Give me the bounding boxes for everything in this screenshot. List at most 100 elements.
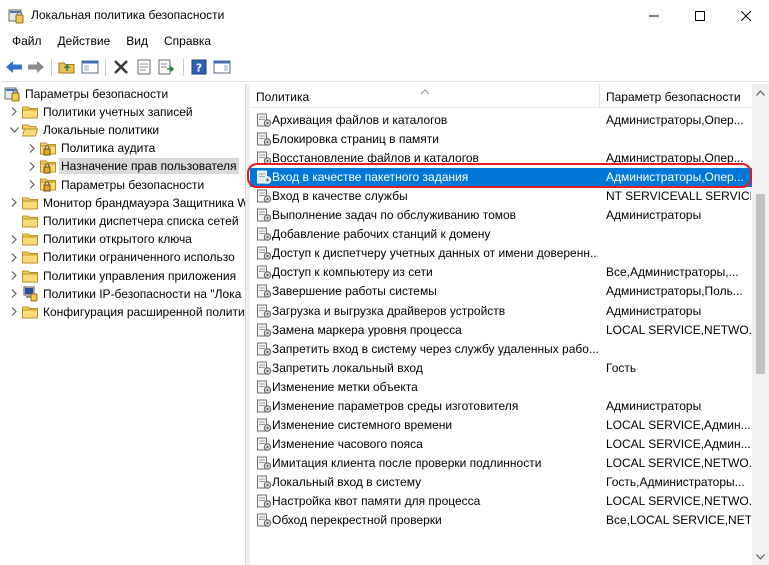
tree-item[interactable]: Монитор брандмауэра Защитника W [8,193,245,212]
policy-row[interactable]: Архивация файлов и каталогов Администрато… [250,111,753,130]
tree-expander[interactable] [26,157,38,176]
tree-item[interactable]: Параметры безопасности [26,175,206,194]
folder-lock-icon [40,177,56,193]
policy-name: Изменение параметров среды изготовителя [272,398,519,413]
policy-icon [256,151,272,166]
policy-row[interactable]: Замена маркера уровня процесса LOCAL SERV… [250,321,753,340]
policy-row[interactable]: Запретить вход в систему через службу уд… [250,340,753,359]
policy-row[interactable]: Запретить локальный вход Гость [250,359,753,378]
policy-row[interactable]: Доступ к компьютеру из сети Все,Администр… [250,263,753,282]
close-button[interactable] [723,0,769,31]
tree-expander[interactable] [8,266,20,285]
policy-setting-value: LOCAL SERVICE,Админ... [606,417,751,432]
policy-row[interactable]: Блокировка страниц в памяти [250,130,753,149]
policy-row[interactable]: Вход в качестве службы NT SERVICE\ALL SER… [250,187,753,206]
forward-button[interactable] [26,57,46,77]
policy-row[interactable]: Изменение метки объекта [250,378,753,397]
tree-item-label: Локальные политики [43,122,160,137]
delete-button[interactable] [111,57,131,77]
folder-lock-icon [40,140,56,156]
maximize-button[interactable] [677,0,723,31]
policy-row[interactable]: Изменение системного времени LOCAL SERVIC… [250,416,753,435]
scroll-thumb[interactable] [756,194,765,374]
scroll-up-button[interactable] [752,84,769,101]
column-header-security-setting[interactable]: Параметр безопасности [600,84,753,108]
tree-item[interactable]: Политики учетных записей [8,102,195,121]
tree-expander[interactable] [8,248,20,267]
policy-name: Восстановление файлов и каталогов [272,151,479,166]
policy-setting-value: Администраторы [606,208,702,223]
tree-item-label: Параметры безопасности [61,177,205,192]
policy-row[interactable]: Вход в качестве пакетного задания Админис… [250,168,753,188]
tree-item[interactable]: Политика аудита [26,139,157,158]
policy-icon [256,323,272,338]
scroll-down-button[interactable] [752,548,769,565]
chevron-right-icon [29,180,35,189]
policy-name: Блокировка страниц в памяти [272,132,439,147]
policy-row[interactable]: Добавление рабочих станций к домену [250,225,753,244]
policy-name: Выполнение задач по обслуживанию томов [272,208,517,223]
policy-row[interactable]: Восстановление файлов и каталогов Админис… [250,149,753,168]
tree-item[interactable]: Назначение прав пользователя [26,157,239,176]
tree-expander[interactable] [26,139,38,158]
policy-row[interactable]: Локальный вход в систему Гость,Администра… [250,473,753,492]
policy-row[interactable]: Изменение параметров среды изготовителя А… [250,397,753,416]
menu-action[interactable]: Действие [50,31,119,53]
tree-item[interactable]: Локальные политики [8,120,161,139]
policy-row[interactable]: Изменение часового пояса LOCAL SERVICE,Ад… [250,435,753,454]
folder-icon [22,213,38,229]
toolbar-separator [105,59,106,76]
tree-item-label: Политики учетных записей [43,104,193,119]
show-hide-tree-button[interactable] [80,57,100,77]
tree-item[interactable]: Политики ограниченного использо [8,248,237,267]
tree-item[interactable]: Политики управления приложения [8,266,238,285]
tree-expander[interactable] [8,230,20,249]
action-pane-icon [213,60,231,74]
chevron-right-icon [11,107,17,117]
policy-icon [256,494,272,509]
tree-expander[interactable] [8,120,20,139]
policy-row[interactable]: Настройка квот памяти для процесса LOCAL … [250,492,753,511]
policy-row[interactable]: Выполнение задач по обслуживанию томов Ад… [250,206,753,225]
policy-name: Запретить вход в систему через службу уд… [272,341,598,356]
minimize-button[interactable] [631,0,677,31]
back-button[interactable] [4,57,24,77]
policy-name: Изменение метки объекта [272,379,418,394]
chevron-right-icon [11,307,17,317]
vertical-scrollbar[interactable] [752,84,769,565]
policy-setting-value: LOCAL SERVICE,Админ... [606,436,751,451]
menu-help[interactable]: Справка [156,31,219,53]
menu-file[interactable]: Файл [4,31,50,53]
policy-icon [256,189,272,204]
tree-item[interactable]: Политики IP-безопасности на "Лока [8,284,243,303]
policy-row[interactable]: Доступ к диспетчеру учетных данных от им… [250,244,753,263]
menu-view[interactable]: Вид [118,31,156,53]
policy-setting-value: Все,Администраторы,... [606,265,739,280]
policy-row[interactable]: Завершение работы системы Администраторы,… [250,282,753,301]
tree-item[interactable]: Политики диспетчера списка сетей [8,211,241,230]
help-button[interactable]: ? [189,57,209,77]
policy-setting-value: LOCAL SERVICE,NETWO... [606,455,751,470]
tree-item[interactable]: Политики открытого ключа [8,230,194,249]
up-folder-button[interactable] [57,57,77,77]
policy-row[interactable]: Обход перекрестной проверки Все,LOCAL SER… [250,511,753,530]
tree-item[interactable]: Параметры безопасности [4,84,170,103]
tree-expander[interactable] [8,193,20,212]
policy-row[interactable]: Имитация клиента после проверки подлинно… [250,454,753,473]
tree-expander[interactable] [26,175,38,194]
tree-expander[interactable] [8,102,20,121]
svg-text:?: ? [196,62,202,75]
tree-item-label: Политики IP-безопасности на "Лока [43,286,242,301]
properties-button[interactable] [134,57,154,77]
chevron-right-icon [11,198,17,208]
chevron-right-icon [11,234,17,244]
tree-expander[interactable] [8,284,20,303]
policy-row[interactable]: Загрузка и выгрузка драйверов устройств А… [250,302,753,321]
forward-arrow-icon [28,61,44,73]
policy-setting-value: LOCAL SERVICE,NETWO... [606,322,751,337]
export-list-button[interactable] [157,57,177,77]
tree-expander[interactable] [8,302,20,321]
tree-item[interactable]: Конфигурация расширенной полити [8,302,245,321]
action-pane-button[interactable] [212,57,232,77]
